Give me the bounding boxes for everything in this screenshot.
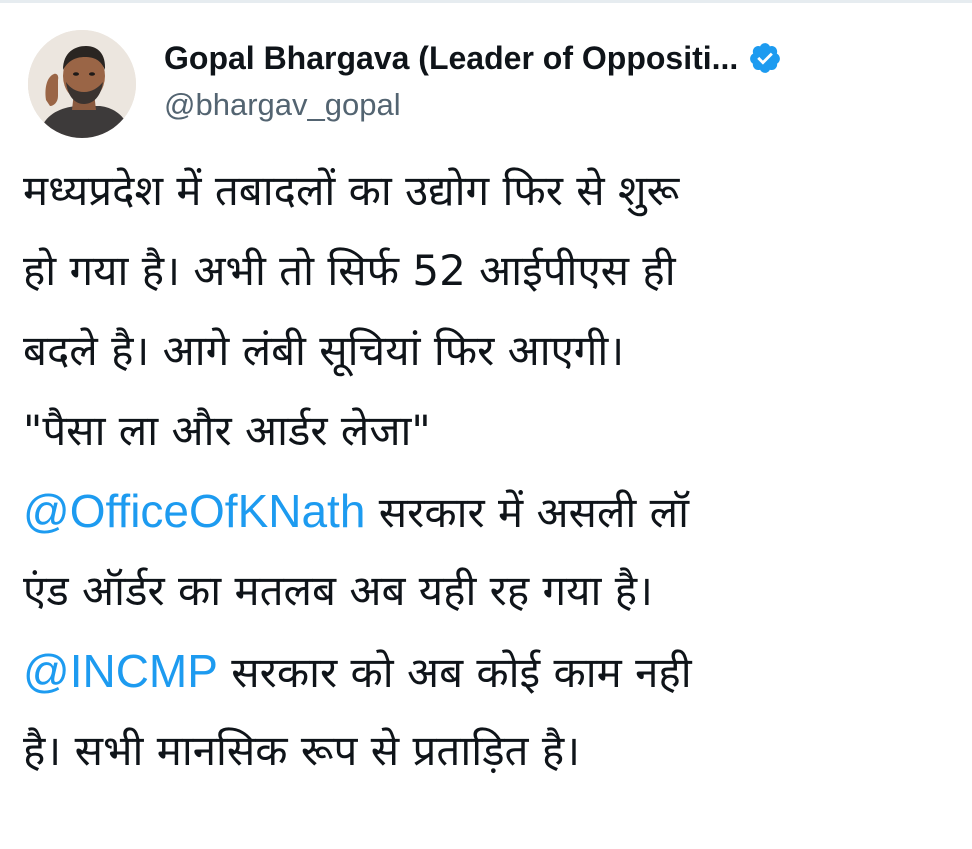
tweet-line-rest: सरकार में असली लॉ xyxy=(365,488,690,537)
name-row: Gopal Bhargava (Leader of Oppositi... xyxy=(164,35,954,81)
avatar-portrait-image xyxy=(28,30,136,138)
user-handle[interactable]: @bhargav_gopal xyxy=(164,87,954,123)
tweet-text: मध्यप्रदेश में तबादलों का उद्योग फिर से … xyxy=(23,151,972,791)
verified-badge-icon xyxy=(748,41,782,75)
tweet-card: Gopal Bhargava (Leader of Oppositi... @b… xyxy=(0,3,972,849)
tweet-line: मध्यप्रदेश में तबादलों का उद्योग फिर से … xyxy=(23,166,680,215)
tweet-line: "पैसा ला और आर्डर लेजा" xyxy=(23,406,431,455)
tweet-line: @OfficeOfKNath सरकार में असली लॉ xyxy=(23,471,972,551)
tweet-line: @INCMP सरकार को अब कोई काम नही xyxy=(23,631,972,711)
tweet-line: है। सभी मानसिक रूप से प्रताड़ित है। xyxy=(23,726,581,775)
tweet-header: Gopal Bhargava (Leader of Oppositi... @b… xyxy=(28,27,958,143)
tweet-line: बदले है। आगे लंबी सूचियां फिर आएगी। xyxy=(23,326,625,375)
user-info: Gopal Bhargava (Leader of Oppositi... @b… xyxy=(164,35,954,123)
mention-link-incmp[interactable]: @INCMP xyxy=(23,645,218,697)
tweet-line: एंड ऑर्डर का मतलब अब यही रह गया है। xyxy=(23,566,653,615)
avatar[interactable] xyxy=(28,30,136,138)
mention-link-officeofknath[interactable]: @OfficeOfKNath xyxy=(23,485,365,537)
tweet-line-rest: सरकार को अब कोई काम नही xyxy=(217,648,692,697)
tweet-line: हो गया है। अभी तो सिर्फ 52 आईपीएस ही xyxy=(23,246,676,295)
display-name[interactable]: Gopal Bhargava (Leader of Oppositi... xyxy=(164,40,738,77)
